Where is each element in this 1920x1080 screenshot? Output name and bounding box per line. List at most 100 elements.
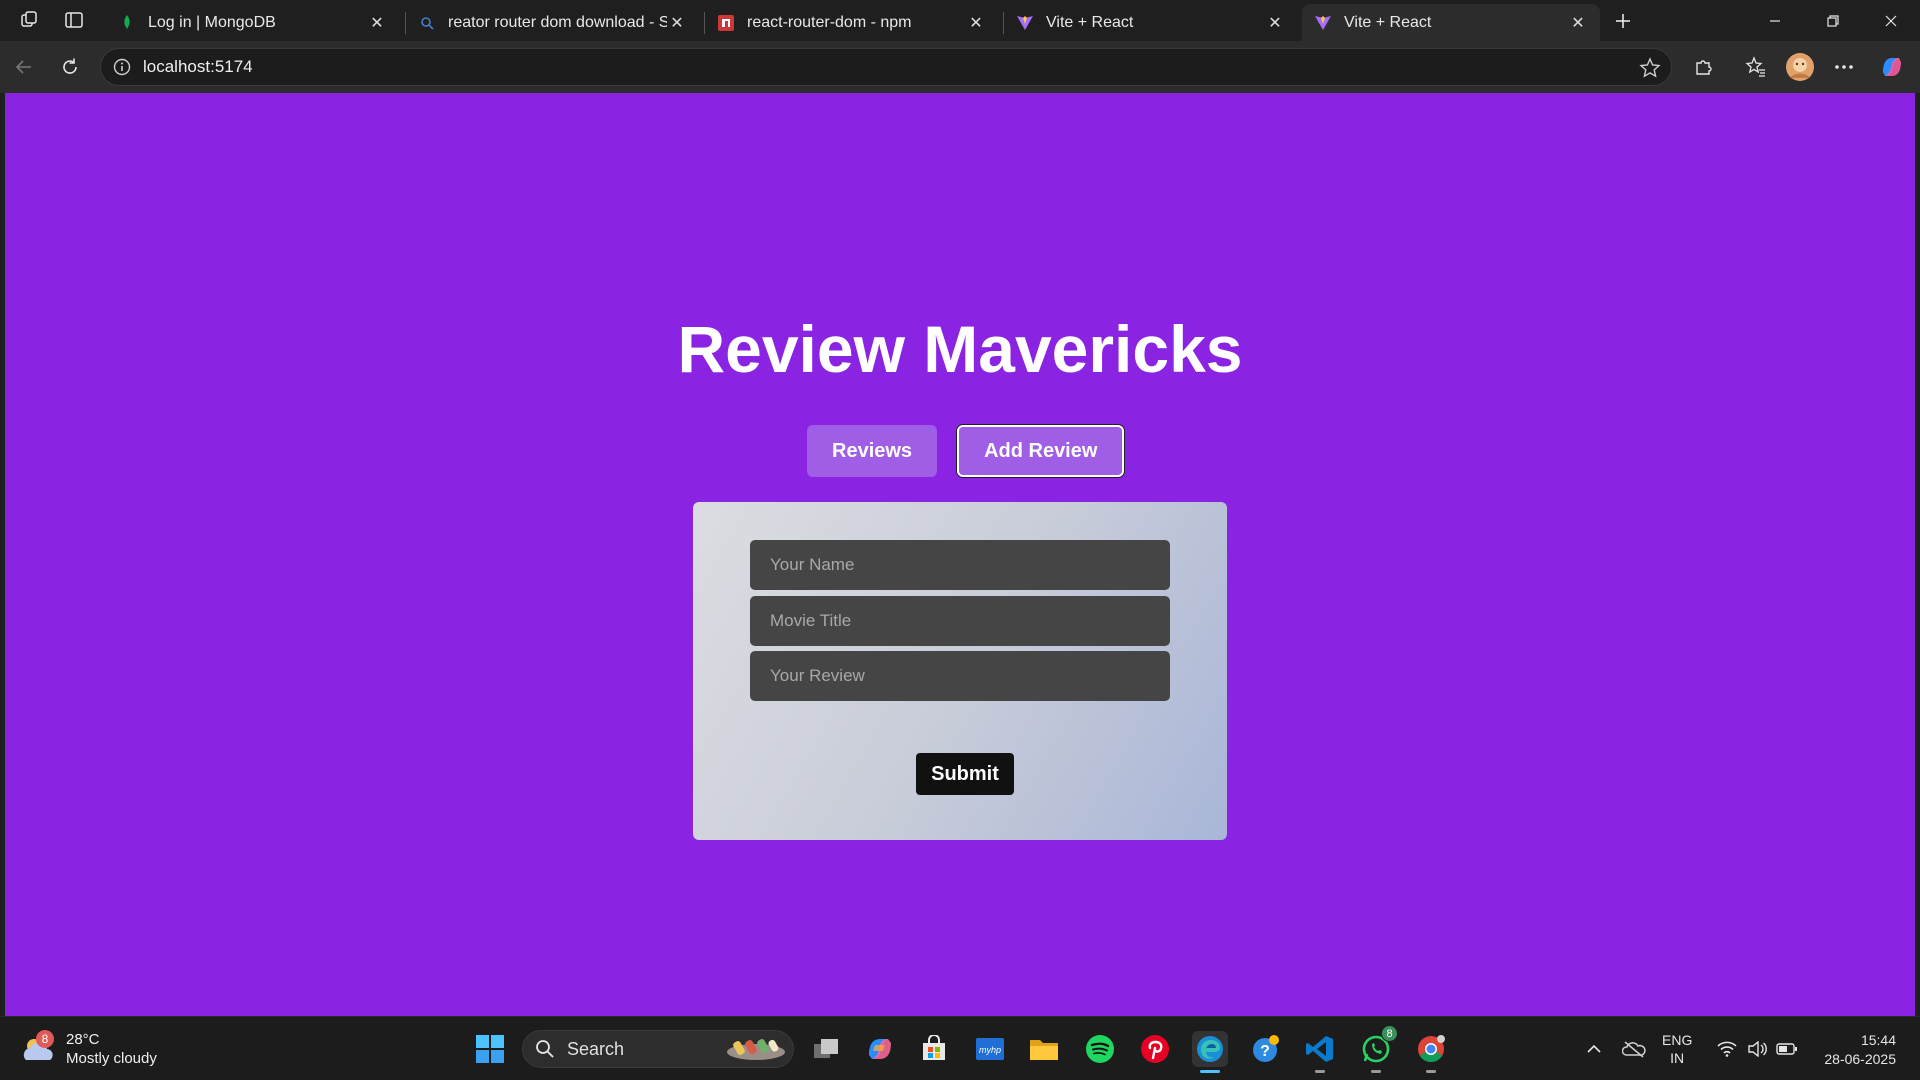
task-view-icon	[814, 1039, 838, 1058]
show-hidden-icons-button[interactable]	[1582, 1017, 1606, 1080]
help-icon: ?	[1253, 1035, 1279, 1062]
spotify-icon	[1086, 1035, 1114, 1063]
chrome-icon	[1418, 1035, 1445, 1063]
close-window-button[interactable]	[1862, 0, 1920, 41]
url-text[interactable]: localhost:5174	[143, 57, 253, 77]
taskbar-app-whatsapp[interactable]: 8	[1358, 1025, 1398, 1073]
sidebar-tabs-icon	[65, 12, 83, 28]
minimize-icon	[1770, 19, 1780, 22]
taskbar-search[interactable]: Search	[522, 1030, 794, 1068]
taskbar-app-get-help[interactable]: ?	[1248, 1031, 1284, 1067]
clock[interactable]: 15:44 28-06-2025	[1812, 1031, 1896, 1069]
copilot-icon	[869, 1039, 891, 1059]
taskbar-app-pinterest[interactable]	[1137, 1031, 1173, 1067]
site-info-icon[interactable]	[113, 58, 131, 76]
tab-title: Log in | MongoDB	[148, 13, 276, 31]
tab-title: Vite + React	[1046, 13, 1134, 31]
page-viewport: Review Mavericks Reviews Add Review Subm…	[5, 93, 1915, 1016]
task-view-button[interactable]	[808, 1031, 844, 1067]
close-tab-icon[interactable]: ✕	[1568, 13, 1588, 33]
vertical-tabs-button[interactable]	[58, 6, 90, 34]
start-button[interactable]	[472, 1031, 508, 1067]
workspaces-icon	[21, 11, 37, 27]
running-indicator	[1200, 1070, 1220, 1073]
movie-title-input[interactable]	[750, 596, 1170, 646]
favorite-star-icon[interactable]	[1639, 57, 1661, 84]
vite-icon	[1314, 14, 1332, 32]
tab-vite-react-active[interactable]: Vite + React ✕	[1302, 4, 1600, 41]
clock-time: 15:44	[1860, 1032, 1896, 1048]
volume-button[interactable]	[1744, 1017, 1770, 1080]
tab-mongodb[interactable]: Log in | MongoDB ✕	[106, 4, 399, 41]
language-indicator[interactable]: ENG IN	[1662, 1031, 1692, 1067]
taskbar-app-chrome[interactable]	[1413, 1031, 1449, 1073]
favorites-button[interactable]	[1740, 51, 1772, 83]
minimize-button[interactable]	[1746, 0, 1804, 41]
restore-icon	[1827, 14, 1839, 27]
chevron-up-icon	[1587, 1044, 1601, 1053]
weather-condition: Mostly cloudy	[66, 1050, 157, 1067]
address-bar[interactable]: localhost:5174	[100, 48, 1672, 86]
pinterest-icon	[1141, 1035, 1169, 1063]
search-icon	[536, 1040, 554, 1058]
taskbar-app-vscode[interactable]	[1302, 1031, 1338, 1073]
weather-temp: 28°C	[66, 1031, 100, 1048]
restore-button[interactable]	[1804, 0, 1862, 41]
language-line1: ENG	[1662, 1032, 1693, 1048]
close-tab-icon[interactable]: ✕	[367, 13, 387, 33]
edge-icon	[1197, 1036, 1223, 1062]
onedrive-button[interactable]	[1620, 1017, 1648, 1080]
cloud-icon: 8	[20, 1030, 56, 1064]
settings-more-button[interactable]	[1828, 51, 1860, 83]
svg-text:?: ?	[1260, 1043, 1270, 1060]
taskbar-app-spotify[interactable]	[1082, 1031, 1118, 1067]
avatar	[1786, 53, 1814, 81]
page-title: Review Mavericks	[677, 312, 1243, 386]
taskbar-app-copilot[interactable]	[862, 1031, 898, 1067]
weather-widget[interactable]: 8 28°C Mostly cloudy	[20, 1027, 190, 1071]
submit-button[interactable]: Submit	[916, 753, 1014, 795]
new-tab-button[interactable]	[1608, 6, 1638, 36]
more-dots-icon	[1835, 65, 1853, 69]
extensions-button[interactable]	[1688, 51, 1720, 83]
taskbar-app-edge[interactable]	[1192, 1031, 1228, 1073]
back-button[interactable]	[8, 51, 40, 83]
speaker-icon	[1748, 1041, 1767, 1057]
taskbar-app-store[interactable]	[916, 1031, 952, 1067]
clock-date: 28-06-2025	[1824, 1051, 1896, 1067]
tab-search[interactable]: reator router dom download - Se ✕	[406, 4, 699, 41]
close-tab-icon[interactable]: ✕	[667, 13, 687, 33]
name-input[interactable]	[750, 540, 1170, 590]
running-indicator	[1426, 1070, 1436, 1073]
svg-text:myhp: myhp	[979, 1045, 1001, 1055]
vite-icon	[1016, 14, 1034, 32]
add-review-nav-button[interactable]: Add Review	[957, 425, 1125, 477]
back-arrow-icon	[15, 60, 31, 74]
review-form: Submit	[693, 502, 1227, 840]
profile-button[interactable]	[1784, 51, 1816, 83]
tab-title: react-router-dom - npm	[747, 13, 912, 31]
workspaces-button[interactable]	[14, 6, 46, 34]
plus-icon	[1616, 14, 1630, 28]
close-tab-icon[interactable]: ✕	[966, 13, 986, 33]
search-icon	[418, 14, 436, 32]
language-line2: IN	[1670, 1050, 1685, 1066]
tab-npm[interactable]: react-router-dom - npm ✕	[705, 4, 998, 41]
tab-vite-react-1[interactable]: Vite + React ✕	[1004, 4, 1297, 41]
taskbar-app-file-explorer[interactable]	[1026, 1031, 1062, 1067]
microsoft-store-icon	[923, 1035, 945, 1060]
refresh-button[interactable]	[54, 51, 86, 83]
npm-icon	[717, 14, 735, 32]
battery-button[interactable]	[1774, 1017, 1800, 1080]
close-tab-icon[interactable]: ✕	[1265, 13, 1285, 33]
review-input[interactable]	[750, 651, 1170, 701]
reviews-nav-button[interactable]: Reviews	[807, 425, 938, 477]
taskbar-app-myhp[interactable]: myhp	[972, 1031, 1008, 1067]
running-indicator	[1371, 1070, 1381, 1073]
running-indicator	[1315, 1070, 1325, 1073]
favorites-list-icon	[1745, 56, 1765, 77]
wifi-button[interactable]	[1714, 1017, 1740, 1080]
browser-toolbar: localhost:5174	[0, 41, 1920, 93]
copilot-button[interactable]	[1876, 51, 1908, 83]
windows-logo-icon	[476, 1035, 504, 1063]
